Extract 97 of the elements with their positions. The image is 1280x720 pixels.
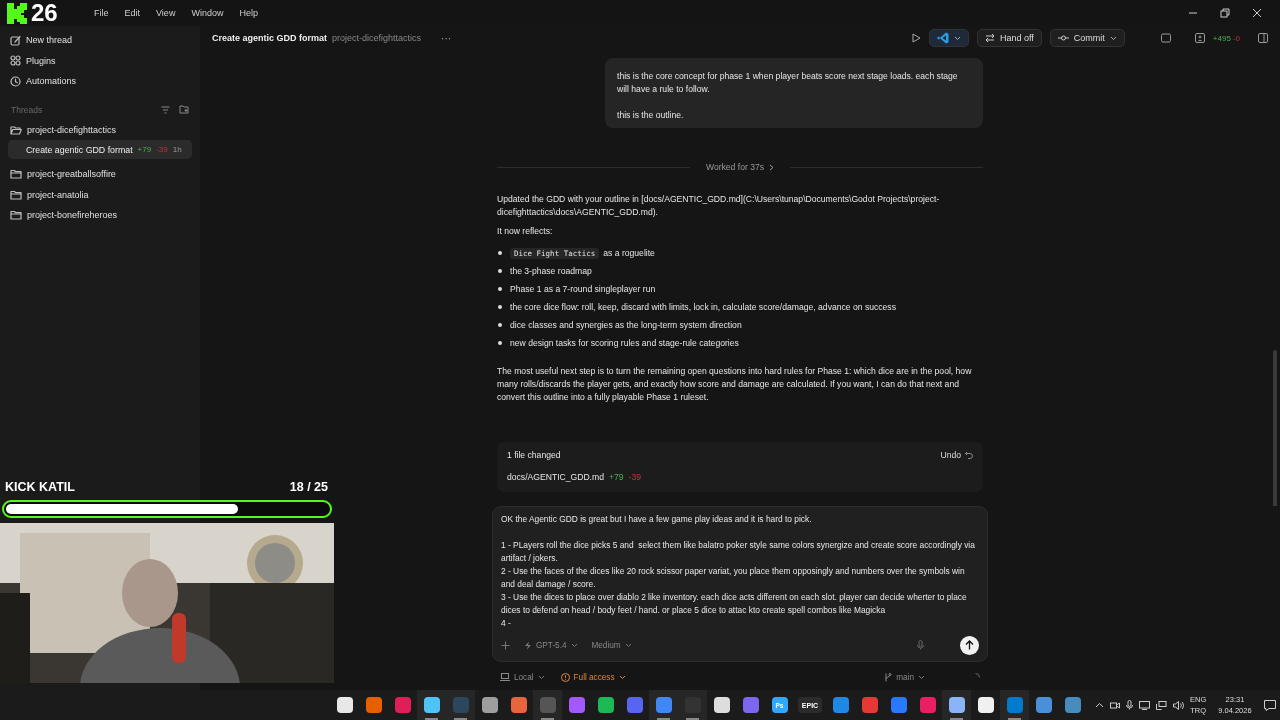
list-item: Phase 1 as a 7-round singleplayer run [510, 282, 656, 296]
bullet-icon [498, 305, 502, 309]
grid-icon [10, 55, 21, 67]
folder-open-icon [10, 124, 22, 135]
file-link[interactable]: docs/AGENTIC_GDD.md [507, 471, 604, 484]
effort-dropdown[interactable]: Medium [591, 640, 632, 650]
branch-icon [884, 672, 893, 682]
bullet-icon [498, 287, 502, 291]
arrow-up-icon [965, 640, 974, 650]
project-item[interactable]: project-greatballsoffire [0, 164, 200, 185]
changes-title: 1 file changed [507, 448, 561, 462]
restore-icon[interactable] [1220, 8, 1230, 18]
folder-icon [10, 210, 22, 221]
taskbar-app[interactable] [417, 690, 446, 720]
folder-icon [10, 169, 22, 180]
chevron-down-icon [1109, 35, 1117, 41]
chevron-down-icon [624, 642, 632, 648]
chevron-down-icon [618, 674, 626, 680]
section-heading: Threads [11, 104, 44, 115]
worked-toggle[interactable]: Worked for 37s [699, 161, 781, 173]
chevron-down-icon [570, 642, 578, 648]
access-dropdown[interactable]: Full access [560, 672, 626, 682]
sidebar-item[interactable]: Plugins [0, 50, 200, 71]
menu-item[interactable]: Window [183, 8, 232, 18]
list-item: the 3-phase roadmap [510, 264, 592, 278]
menu-item[interactable]: File [86, 8, 117, 18]
undo-button[interactable]: Undo [940, 450, 973, 460]
panel-icon[interactable] [1258, 33, 1268, 43]
monitor-icon[interactable] [1139, 700, 1150, 710]
speaker-icon[interactable] [1173, 700, 1184, 710]
play-icon[interactable] [910, 33, 921, 43]
menu-item[interactable]: View [148, 8, 184, 18]
removed-count: -0 [1232, 33, 1240, 43]
undo-icon [965, 451, 973, 459]
bullet-icon [498, 269, 502, 273]
menu-item[interactable]: Edit [116, 8, 149, 18]
message-field[interactable]: OK the Agentic GDD is great but I have a few game play ideas and it is hard to pick. 1 - PLayers roll the dice picks 5 and select them like balatro poker style same colors synergize and create score accordingly via artifact / jokers. 2 - Use the faces of the dices like 20 rock scissor paper variat, you place them opposingly and numbers over the symbols win and deal damage / score. 3 - Use the dices to place over diablo 2 like inventory. each dice acts different on each slot. player can decide wherter to place dices to defend on head / body feet / hand. or place 5 dice to attac kto create spell combos like Magicka 4 - [501, 513, 979, 630]
sidebar-item[interactable]: New thread [0, 30, 200, 51]
goal-count: 18 / 25 [289, 480, 328, 494]
plus-icon[interactable] [501, 640, 510, 650]
project-item[interactable]: project-anatolia [0, 184, 200, 205]
new-folder-icon[interactable] [179, 105, 189, 114]
project-item[interactable]: project-bonefireheroes [0, 205, 200, 226]
thread-item[interactable]: Create agentic GDD format +79 -39 1h [8, 140, 192, 159]
laptop-icon [500, 673, 510, 681]
sidebar-item[interactable]: Automations [0, 71, 200, 92]
commit-icon [1057, 34, 1069, 42]
close-icon[interactable] [1252, 8, 1262, 18]
kick-logo-icon [6, 2, 28, 24]
project-name: project-dicefighttactics [332, 33, 422, 43]
response-text: It now reflects: [497, 225, 554, 238]
commit-button[interactable]: Commit [1049, 29, 1125, 47]
bullet-icon [498, 251, 502, 255]
scrollbar-thumb[interactable] [1273, 350, 1277, 506]
menu-item[interactable]: Help [231, 8, 266, 18]
handoff-button[interactable]: Hand off [976, 29, 1042, 47]
more-button[interactable]: ··· [435, 31, 458, 45]
microphone-icon[interactable] [1126, 700, 1133, 710]
taskbar-app[interactable] [942, 690, 971, 720]
response-text: The most useful next step is to turn the remaining open questions into hard rules for Phase 1: which dice are in the pool, how many rolls/discards the player gets, and exactly how score and damage are calculated. If you want, I can do that next and convert this outline into a fully playable Phase 1 ruleset. [497, 365, 973, 404]
added-count: +495 [1212, 33, 1231, 43]
send-button[interactable] [960, 635, 979, 655]
branch-dropdown[interactable]: main [884, 672, 925, 682]
notification-icon[interactable] [1263, 699, 1276, 711]
response-text: Updated the GDD with your outline in [docs/AGENTIC_GDD.md](C:\Users\tunap\Documents\Godot Projects\project-dicefighttactics\docs\AGENTIC_GDD.md). [497, 193, 941, 219]
edit-icon [10, 34, 21, 46]
list-item: the core dice flow: roll, keep, discard with limits, lock in, calculate score/damage, advance on success [510, 300, 896, 314]
camera-icon[interactable] [1110, 700, 1120, 710]
location-dropdown[interactable]: Local [500, 672, 545, 682]
removed-count: -39 [628, 471, 641, 484]
goal-title: KICK KATIL [5, 480, 75, 494]
list-item: new design tasks for scoring rules and stage-rule categories [510, 336, 739, 350]
bullet-icon [498, 341, 502, 345]
thread-title: Create agentic GDD format [212, 33, 328, 43]
list-item: dice classes and synergies as the long-term system direction [510, 318, 742, 332]
project-item[interactable]: project-dicefighttactics [0, 119, 200, 140]
diff-icon[interactable] [1194, 33, 1205, 43]
warning-icon [560, 672, 570, 682]
folder-icon [10, 189, 22, 200]
message-text: this is the core concept for phase 1 when player beats score next stage loads. each stage will have a rule to follow. [617, 70, 959, 96]
logo-number: 26 [31, 0, 58, 26]
clock-icon [10, 75, 21, 87]
added-count: +79 [608, 471, 624, 484]
chevron-down-icon [953, 35, 961, 41]
model-dropdown[interactable]: GPT-5.4 [524, 640, 578, 650]
message-text: this is the outline. [617, 109, 685, 122]
chevron-up-icon[interactable] [1095, 702, 1104, 708]
chevron-right-icon [769, 163, 775, 171]
swap-icon [984, 33, 995, 43]
terminal-icon[interactable] [1160, 33, 1171, 43]
code-editor-icon [936, 32, 949, 44]
editor-button[interactable] [928, 29, 969, 47]
chevron-down-icon [537, 674, 545, 680]
bolt-icon [524, 640, 532, 650]
bullet-icon [498, 323, 502, 327]
network-icon[interactable] [1156, 700, 1167, 710]
chevron-down-icon [918, 674, 925, 680]
